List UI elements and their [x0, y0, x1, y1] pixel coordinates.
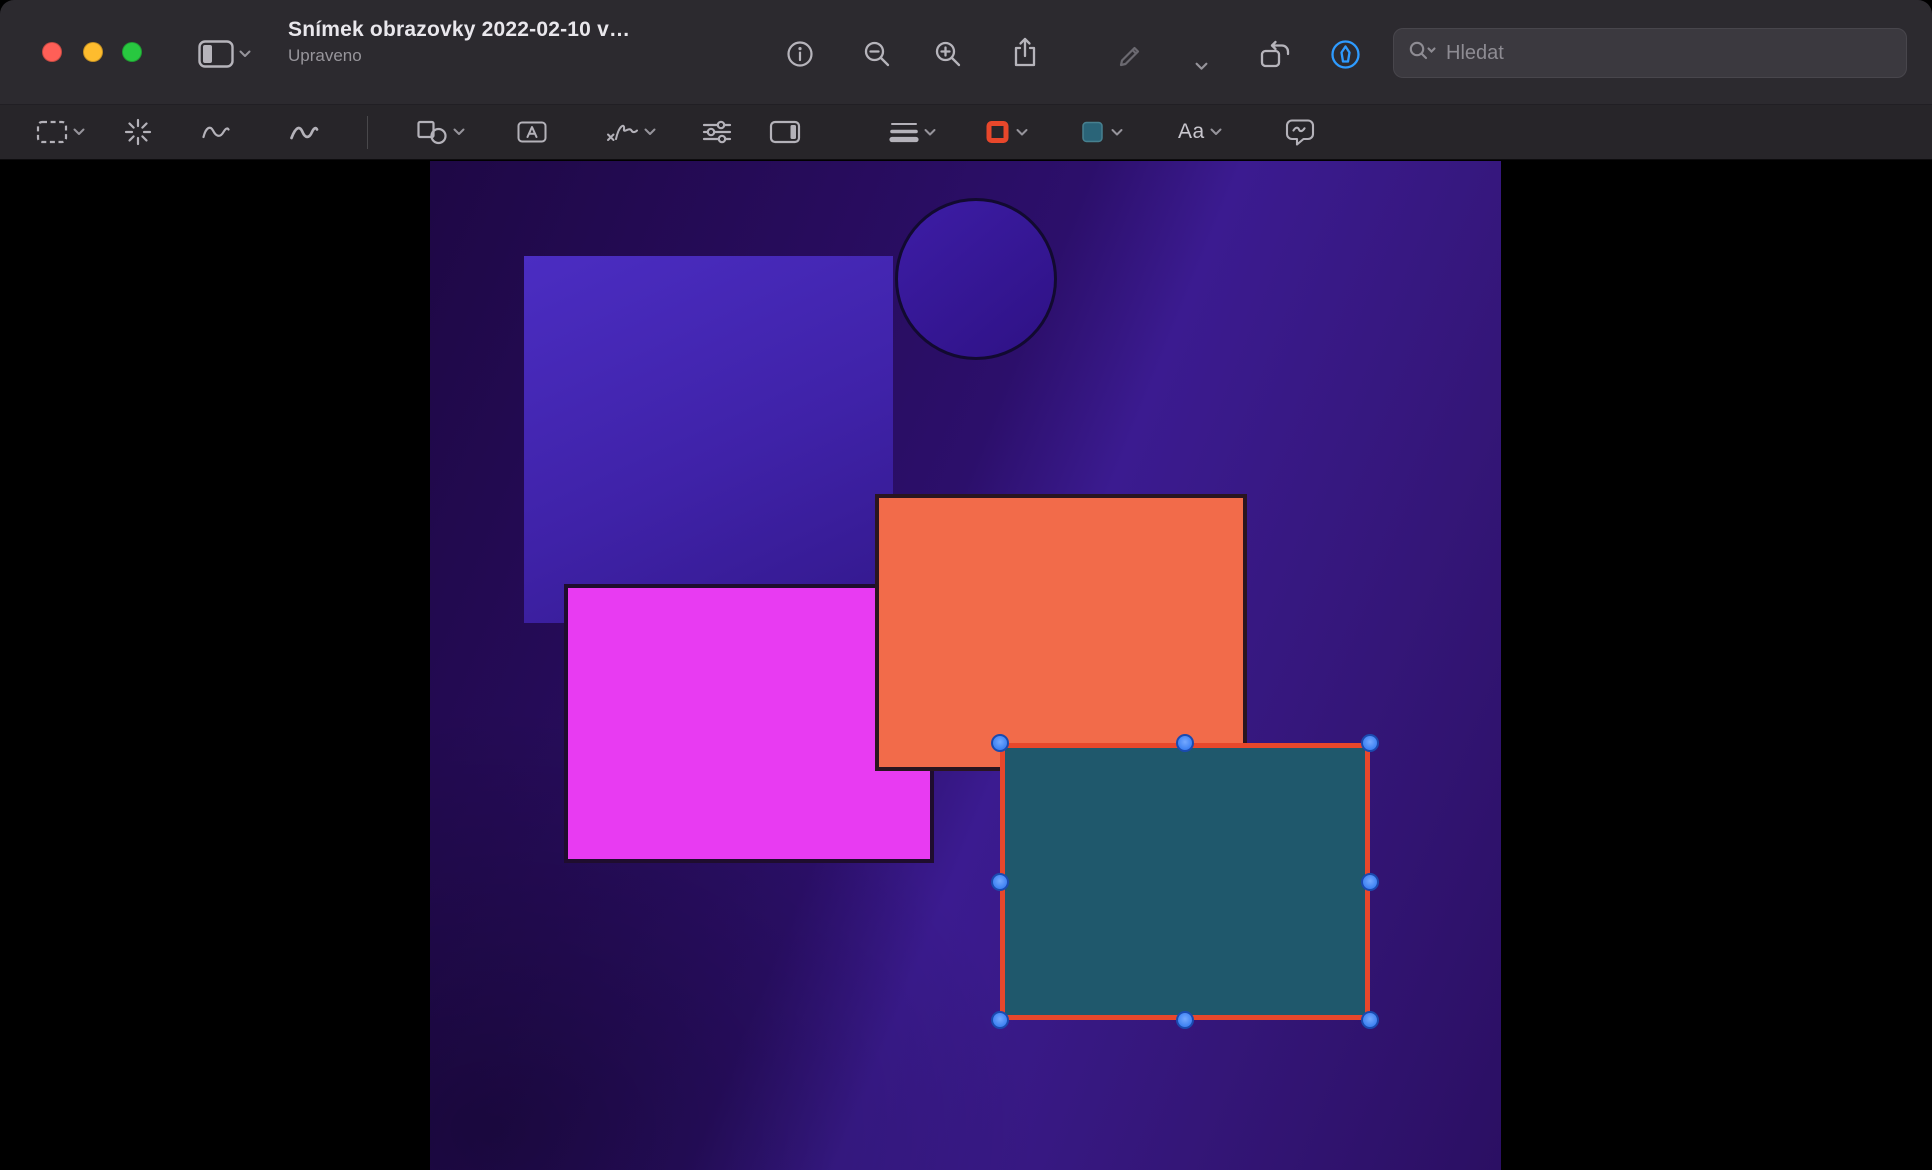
chevron-down-icon [239, 50, 251, 58]
edited-image[interactable] [430, 161, 1501, 1170]
selection-handle-middle-left[interactable] [991, 872, 1009, 891]
crop-frame-icon [769, 119, 801, 145]
line-thickness-icon [889, 120, 919, 145]
selection-handle-top-middle[interactable] [1176, 734, 1194, 752]
zoom-out-button[interactable] [862, 36, 892, 72]
zoom-out-icon [862, 39, 892, 69]
describe-button[interactable] [1285, 118, 1315, 147]
sketch-squiggle-icon [201, 120, 231, 144]
chevron-down-icon [1195, 62, 1208, 71]
teal-rectangle-shape-selected[interactable] [991, 734, 1379, 1029]
markup-pen-button[interactable] [1117, 36, 1145, 72]
selection-tool-button[interactable] [36, 119, 85, 145]
chevron-down-icon [644, 128, 656, 136]
zoom-window-button[interactable] [122, 42, 142, 62]
markup-toolbar: Aa [0, 105, 1932, 160]
zoom-in-button[interactable] [933, 36, 963, 72]
share-icon [1010, 35, 1040, 69]
chevron-down-icon [453, 128, 465, 136]
indigo-circle-shape[interactable] [895, 198, 1057, 360]
chevron-down-icon [1111, 128, 1123, 136]
selection-rect-icon [36, 119, 68, 145]
border-color-swatch-icon [984, 119, 1011, 146]
markup-nib-icon [1329, 38, 1362, 71]
selection-handle-top-right[interactable] [1361, 734, 1379, 752]
line-style-button[interactable] [889, 120, 936, 145]
search-icon [1408, 40, 1436, 66]
info-button[interactable] [785, 36, 815, 72]
sign-button[interactable] [605, 120, 656, 144]
chevron-down-icon [924, 128, 936, 136]
selection-handle-top-left[interactable] [991, 734, 1009, 752]
zoom-in-icon [933, 39, 963, 69]
draw-tool-button[interactable] [289, 120, 319, 144]
rotate-left-button[interactable] [1258, 36, 1292, 72]
canvas-area[interactable] [0, 161, 1932, 1170]
window-title-block: Snímek obrazovky 2022-02-10 v… Upraveno [288, 18, 630, 66]
text-style-label: Aa [1178, 120, 1205, 143]
text-style-button[interactable]: Aa [1178, 120, 1222, 144]
selection-handle-bottom-left[interactable] [991, 1011, 1009, 1029]
window-title: Snímek obrazovky 2022-02-10 v… [288, 18, 631, 41]
fill-color-swatch-icon [1079, 119, 1106, 146]
info-icon [785, 39, 815, 69]
adjust-button[interactable] [702, 119, 732, 145]
markup-pen-menu-button[interactable] [1195, 48, 1208, 84]
search-input[interactable] [1446, 41, 1892, 65]
text-box-icon [517, 120, 547, 144]
crop-button[interactable] [769, 119, 801, 145]
shapes-button[interactable] [416, 119, 465, 145]
sliders-icon [702, 119, 732, 145]
indigo-square-shape[interactable] [524, 256, 893, 623]
text-box-button[interactable] [517, 120, 547, 144]
chevron-down-icon [73, 128, 85, 136]
annotation-bubble-icon [1285, 118, 1315, 147]
selection-handle-bottom-right[interactable] [1361, 1011, 1379, 1029]
border-color-button[interactable] [984, 119, 1028, 146]
toolbar-divider [367, 116, 368, 149]
instant-alpha-button[interactable] [124, 118, 152, 146]
selection-handle-bottom-middle[interactable] [1176, 1011, 1194, 1029]
search-field[interactable] [1393, 28, 1907, 78]
pencil-icon [1117, 40, 1145, 68]
signature-icon [605, 120, 639, 144]
title-bar: Snímek obrazovky 2022-02-10 v… Upraveno [0, 0, 1932, 105]
fill-color-button[interactable] [1079, 119, 1123, 146]
chevron-down-icon [1210, 128, 1222, 136]
preview-window: Snímek obrazovky 2022-02-10 v… Upraveno [0, 0, 1932, 1170]
minimize-button[interactable] [83, 42, 103, 62]
chevron-down-icon [1016, 128, 1028, 136]
markup-toolbar-toggle-button[interactable] [1329, 36, 1362, 72]
window-subtitle: Upraveno [288, 46, 362, 65]
rotate-left-icon [1258, 39, 1292, 70]
sketch-tool-button[interactable] [201, 120, 231, 144]
draw-squiggle-icon [289, 120, 319, 144]
shapes-icon [416, 119, 448, 145]
orange-rectangle-shape[interactable] [875, 494, 1247, 771]
sidebar-toggle-button[interactable] [198, 36, 251, 72]
close-button[interactable] [42, 42, 62, 62]
sidebar-icon [198, 40, 234, 68]
share-button[interactable] [1010, 34, 1040, 70]
magic-wand-icon [124, 118, 152, 146]
selection-handle-middle-right[interactable] [1361, 872, 1379, 891]
